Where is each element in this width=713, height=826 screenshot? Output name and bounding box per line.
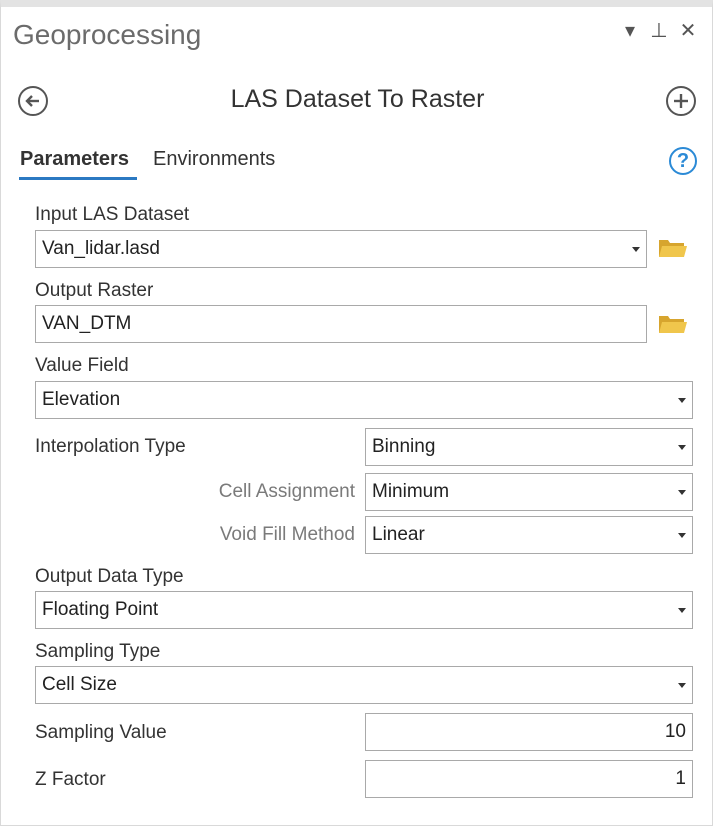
- sampling-value-label: Sampling Value: [35, 722, 167, 743]
- tab-parameters[interactable]: Parameters: [20, 148, 129, 171]
- geoprocessing-pane: Geoprocessing ▾ ⊥ ✕ LAS Dataset To Raste…: [0, 0, 713, 826]
- value-field-dropdown[interactable]: Elevation: [35, 381, 693, 419]
- interpolation-type-label: Interpolation Type: [35, 436, 186, 457]
- output-data-type-dropdown[interactable]: Floating Point: [35, 591, 693, 629]
- output-raster-input[interactable]: VAN_DTM: [35, 305, 647, 343]
- sampling-type-dropdown[interactable]: Cell Size: [35, 666, 693, 704]
- void-fill-value: Linear: [372, 524, 425, 545]
- chevron-down-icon: [678, 445, 686, 450]
- cell-assignment-value: Minimum: [372, 481, 450, 502]
- output-raster-value: VAN_DTM: [42, 313, 132, 334]
- sampling-type-label: Sampling Type: [35, 641, 161, 662]
- cell-assignment-dropdown[interactable]: Minimum: [365, 473, 693, 511]
- pane-title: Geoprocessing: [13, 19, 202, 50]
- chevron-down-icon: [678, 683, 686, 688]
- chevron-down-icon: [678, 608, 686, 613]
- void-fill-label: Void Fill Method: [219, 524, 355, 545]
- active-tab-indicator: [19, 177, 137, 180]
- pane-options-icon[interactable]: ▾: [618, 17, 642, 45]
- cell-assignment-label: Cell Assignment: [218, 481, 355, 502]
- output-data-type-value: Floating Point: [42, 599, 159, 620]
- tool-title: LAS Dataset To Raster: [230, 85, 485, 113]
- output-data-type-label: Output Data Type: [35, 566, 184, 587]
- input-las-dropdown[interactable]: Van_lidar.lasd: [35, 230, 647, 268]
- z-factor-input[interactable]: 1: [365, 760, 693, 798]
- folder-icon[interactable]: [658, 236, 688, 260]
- input-las-label: Input LAS Dataset: [35, 204, 190, 225]
- sampling-value-value: 10: [664, 721, 686, 742]
- sampling-value-input[interactable]: 10: [365, 713, 693, 751]
- value-field-label: Value Field: [35, 355, 129, 376]
- value-field-value: Elevation: [42, 389, 121, 410]
- chevron-down-icon: [678, 490, 686, 495]
- close-icon[interactable]: ✕: [676, 17, 700, 45]
- tab-environments[interactable]: Environments: [153, 148, 275, 171]
- output-raster-label: Output Raster: [35, 280, 154, 301]
- chevron-down-icon: [678, 533, 686, 538]
- pin-icon[interactable]: ⊥: [647, 17, 671, 45]
- help-icon[interactable]: ?: [669, 147, 697, 175]
- chevron-down-icon: [632, 247, 640, 252]
- interpolation-type-dropdown[interactable]: Binning: [365, 428, 693, 466]
- add-button[interactable]: [666, 86, 696, 116]
- void-fill-dropdown[interactable]: Linear: [365, 516, 693, 554]
- plus-circle-icon: [674, 94, 688, 108]
- chevron-down-icon: [678, 398, 686, 403]
- z-factor-value: 1: [675, 768, 686, 789]
- sampling-type-value: Cell Size: [42, 674, 117, 695]
- folder-icon[interactable]: [658, 312, 688, 336]
- z-factor-label: Z Factor: [35, 769, 106, 790]
- interpolation-type-value: Binning: [372, 436, 436, 457]
- input-las-value: Van_lidar.lasd: [42, 238, 160, 259]
